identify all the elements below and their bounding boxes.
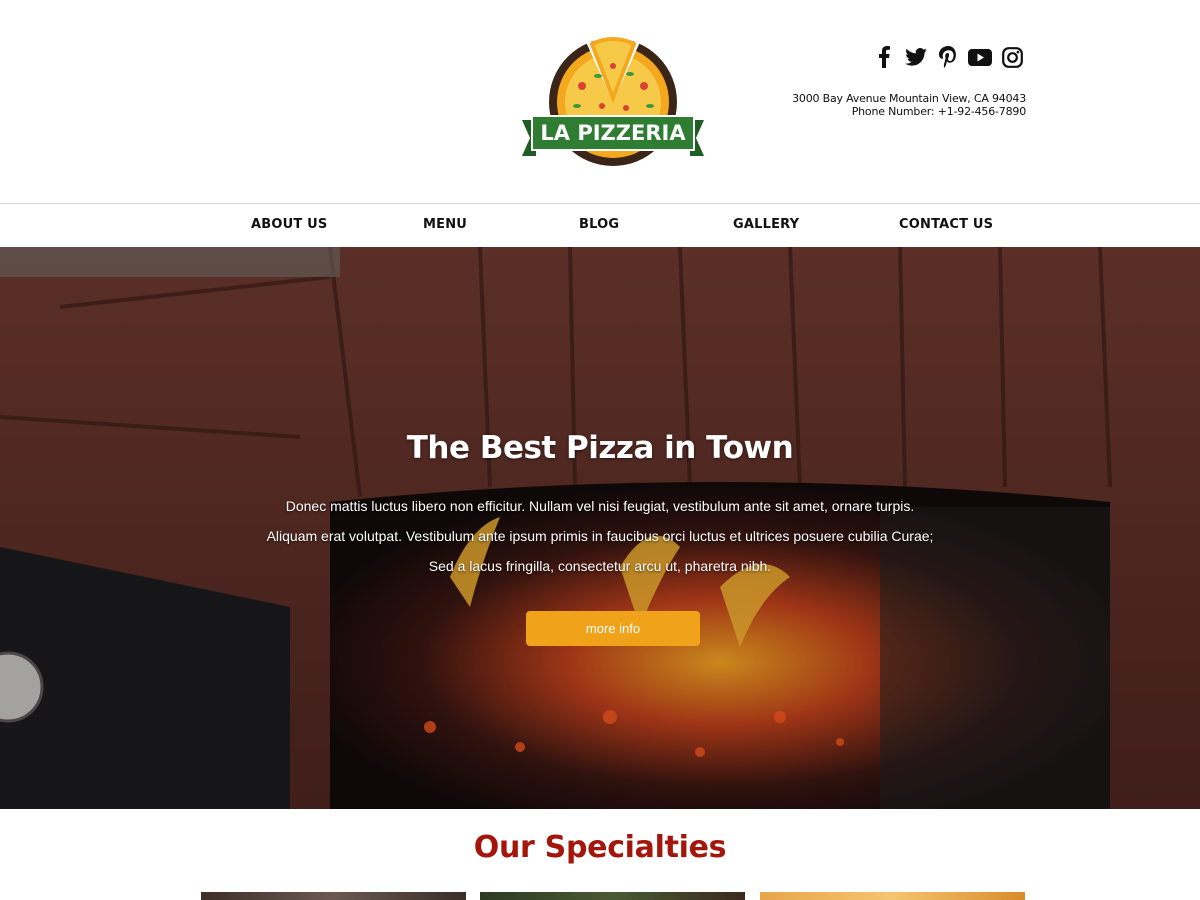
nav-item-gallery[interactable]: GALLERY	[733, 217, 799, 232]
more-info-button[interactable]: more info	[526, 611, 700, 646]
hero-title: The Best Pizza in Town	[406, 430, 794, 466]
main-navigation: ABOUT US MENU BLOG GALLERY CONTACT US	[0, 203, 1200, 247]
nav-item-menu[interactable]: MENU	[423, 217, 467, 232]
instagram-icon[interactable]	[1000, 45, 1024, 69]
specialties-title: Our Specialties	[473, 830, 727, 865]
social-links	[872, 45, 1024, 69]
specialty-card-image[interactable]	[201, 892, 466, 900]
hero-section: The Best Pizza in Town Donec mattis luct…	[0, 247, 1200, 809]
hero-text-line-2: Aliquam erat volutpat. Vestibulum ante i…	[266, 528, 934, 544]
twitter-icon[interactable]	[904, 45, 928, 69]
nav-item-about-us[interactable]: ABOUT US	[251, 217, 328, 232]
la-pizzeria-logo[interactable]: LA PIZZERIA	[522, 36, 704, 176]
address-line: 3000 Bay Avenue Mountain View, CA 94043	[792, 92, 1026, 105]
nav-item-blog[interactable]: BLOG	[579, 217, 619, 232]
facebook-icon[interactable]	[872, 45, 896, 69]
youtube-icon[interactable]	[968, 45, 992, 69]
nav-item-contact-us[interactable]: CONTACT US	[899, 217, 993, 232]
hero-text-line-1: Donec mattis luctus libero non efficitur…	[285, 498, 915, 514]
site-header: LA PIZZERIA 3000 Bay Avenue Mountain Vie…	[0, 0, 1200, 203]
contact-info: 3000 Bay Avenue Mountain View, CA 94043 …	[792, 92, 1026, 118]
hero-text-line-3: Sed a lacus fringilla, consectetur arcu …	[428, 558, 772, 574]
pinterest-icon[interactable]	[936, 45, 960, 69]
specialty-card-image[interactable]	[480, 892, 745, 900]
logo-text: LA PIZZERIA	[540, 121, 686, 145]
phone-line: Phone Number: +1-92-456-7890	[851, 105, 1026, 118]
specialty-card-image[interactable]	[760, 892, 1025, 900]
